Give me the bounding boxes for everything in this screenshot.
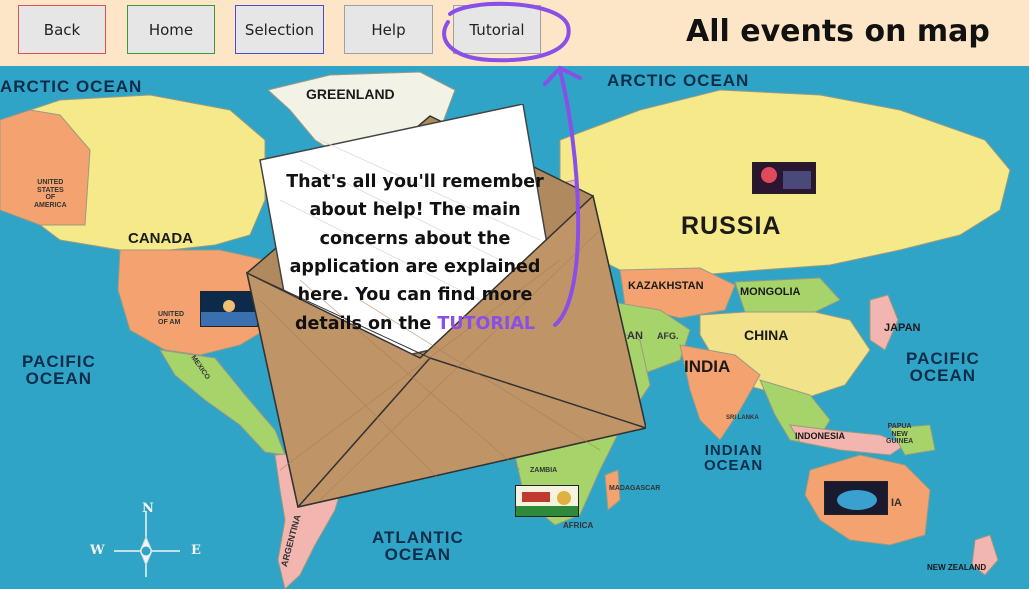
page-title: All events on map <box>686 14 990 49</box>
map-label-indian-ocean: INDIAN OCEAN <box>704 442 764 474</box>
help-message: That's all you'll remember about help! T… <box>280 168 550 338</box>
home-button[interactable]: Home <box>127 5 215 54</box>
map-label-indonesia: INDONESIA <box>795 431 846 441</box>
map-label-new-zealand: NEW ZEALAND <box>927 563 987 572</box>
map-label-usa-top: UNITED STATES OF AMERICA <box>34 179 67 210</box>
toolbar: Back Home Selection Help Tutorial All ev… <box>0 0 1029 66</box>
map-label-pacific-right: PACIFIC OCEAN <box>906 349 980 385</box>
help-button[interactable]: Help <box>344 5 433 54</box>
map-label-australia: IA <box>891 497 902 509</box>
tutorial-link[interactable]: TUTORIAL <box>437 314 535 334</box>
help-message-text: That's all you'll remember about help! T… <box>286 172 544 334</box>
map-label-atlantic: ATLANTIC OCEAN <box>372 528 464 564</box>
compass-n: N <box>142 501 154 516</box>
compass-w: W <box>90 543 105 558</box>
back-button[interactable]: Back <box>18 5 106 54</box>
map-label-afghanistan: AFG. <box>657 331 679 341</box>
map-label-russia: RUSSIA <box>681 212 782 240</box>
map-label-japan: JAPAN <box>884 322 921 334</box>
map-label-usa-mid: UNITED OF AM <box>158 311 185 326</box>
map-label-africa: AFRICA <box>563 521 594 530</box>
map-label-canada: CANADA <box>128 230 193 247</box>
event-thumbnail-russia[interactable] <box>752 162 816 194</box>
map-label-arctic-left: ARCTIC OCEAN <box>0 77 143 96</box>
map-label-arctic-right: ARCTIC OCEAN <box>607 71 750 90</box>
compass-e: E <box>191 543 201 558</box>
selection-button[interactable]: Selection <box>235 5 324 54</box>
map-label-mongolia: MONGOLIA <box>740 286 801 298</box>
map-label-pacific-left: PACIFIC OCEAN <box>22 352 96 388</box>
tutorial-button[interactable]: Tutorial <box>453 5 541 54</box>
map-label-india: INDIA <box>684 357 731 376</box>
map-label-sri-lanka: SRI LANKA <box>726 415 759 421</box>
map-label-china: CHINA <box>744 327 789 343</box>
event-thumbnail-australia[interactable] <box>824 481 888 515</box>
map-label-greenland: GREENLAND <box>306 86 395 102</box>
map-label-papua: PAPUA NEW GUINEA <box>886 423 914 446</box>
